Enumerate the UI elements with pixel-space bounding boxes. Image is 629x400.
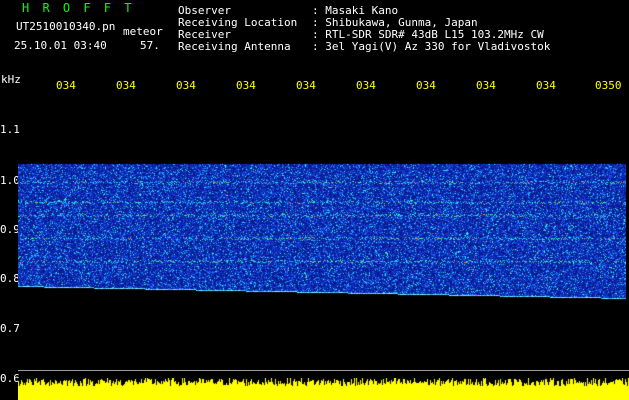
time-tick-label: 0350 bbox=[595, 79, 622, 92]
y-axis-label: 0.6 bbox=[0, 372, 20, 385]
separator-line bbox=[18, 370, 629, 371]
y-axis-label: 1.1 bbox=[0, 123, 20, 136]
y-axis-label: 1.0 bbox=[0, 174, 20, 187]
meteor-label: meteor bbox=[123, 25, 163, 38]
time-tick-label: 034 bbox=[416, 79, 436, 92]
meteor-count: 57. bbox=[140, 39, 160, 52]
time-tick-label: 034 bbox=[536, 79, 556, 92]
time-tick-label: 034 bbox=[116, 79, 136, 92]
time-tick-label: 034 bbox=[476, 79, 496, 92]
date-time: 25.10.01 03:40 bbox=[14, 39, 107, 52]
hrofft-logo: H R O F F T bbox=[22, 1, 135, 15]
y-axis-label: 0.9 bbox=[0, 223, 20, 236]
y-axis-label: 0.7 bbox=[0, 322, 20, 335]
y-axis-label: 0.8 bbox=[0, 272, 20, 285]
signal-strength-bars bbox=[18, 378, 629, 400]
antenna-label: Receiving Antenna bbox=[178, 40, 291, 53]
frequency-unit-label: kHz bbox=[1, 73, 21, 86]
hrofft-spectrogram-screen: H R O F F T UT2510010340.pn meteor 25.10… bbox=[0, 0, 629, 400]
time-tick-label: 034 bbox=[56, 79, 76, 92]
spectrogram-plot bbox=[18, 158, 626, 306]
time-tick-label: 034 bbox=[356, 79, 376, 92]
antenna-value: : 3el Yagi(V) Az 330 for Vladivostok bbox=[312, 40, 551, 53]
time-tick-label: 034 bbox=[296, 79, 316, 92]
time-tick-label: 034 bbox=[236, 79, 256, 92]
time-tick-label: 034 bbox=[176, 79, 196, 92]
file-name: UT2510010340.pn bbox=[16, 20, 116, 33]
